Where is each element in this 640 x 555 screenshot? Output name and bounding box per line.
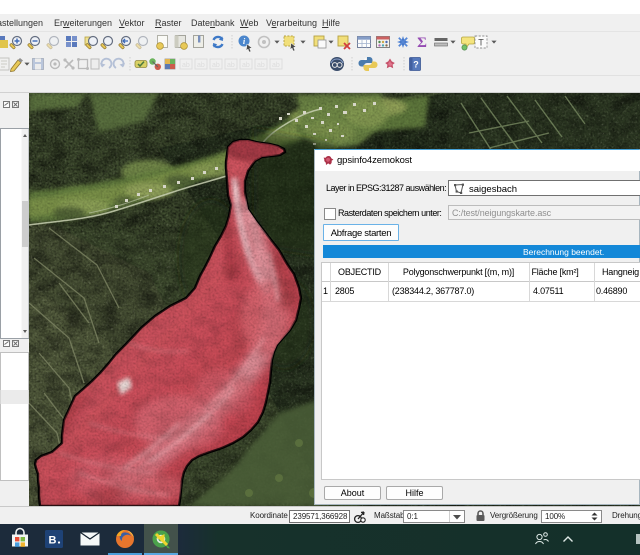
svg-text:?: ? [413, 59, 419, 69]
svg-text:T: T [478, 38, 484, 48]
svg-text:ab: ab [257, 62, 265, 69]
svg-text:B: B [49, 535, 57, 547]
svg-text:ab: ab [227, 62, 235, 69]
svg-text:Σ: Σ [417, 35, 427, 51]
svg-text:ab: ab [242, 62, 250, 69]
svg-text:ab: ab [182, 62, 190, 69]
svg-text:ab: ab [272, 62, 280, 69]
svg-text:ab: ab [197, 62, 205, 69]
svg-text:ab: ab [212, 62, 220, 69]
